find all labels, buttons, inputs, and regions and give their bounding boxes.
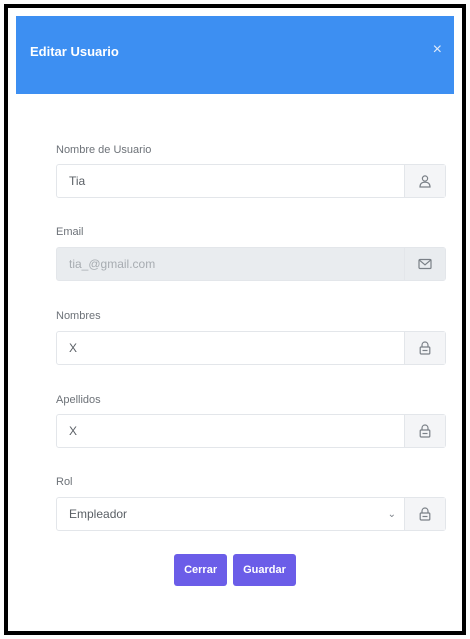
- close-button[interactable]: Cerrar: [174, 554, 228, 586]
- role-group: Empleador ⌄: [56, 497, 446, 531]
- envelope-icon: [404, 248, 445, 280]
- modal-title: Editar Usuario: [30, 44, 119, 59]
- role-label: Rol: [56, 476, 73, 488]
- email-input: [57, 248, 404, 280]
- names-label: Nombres: [56, 310, 101, 322]
- surnames-label: Apellidos: [56, 394, 101, 406]
- surnames-input[interactable]: [57, 415, 404, 447]
- modal-header: Editar Usuario ×: [16, 16, 454, 94]
- lock-icon: [404, 498, 445, 530]
- username-group: [56, 164, 446, 198]
- chevron-down-icon: ⌄: [387, 508, 396, 520]
- username-label: Nombre de Usuario: [56, 144, 152, 156]
- names-group: [56, 331, 446, 365]
- username-input[interactable]: [57, 165, 404, 197]
- surnames-group: [56, 414, 446, 448]
- edit-user-modal: Editar Usuario × Nombre de Usuario Email…: [4, 4, 466, 635]
- names-input[interactable]: [57, 332, 404, 364]
- modal-actions: Cerrar Guardar: [8, 554, 462, 586]
- close-icon[interactable]: ×: [433, 42, 442, 58]
- lock-icon: [404, 332, 445, 364]
- save-button[interactable]: Guardar: [233, 554, 296, 586]
- email-label: Email: [56, 226, 84, 238]
- role-select[interactable]: Empleador ⌄: [57, 498, 404, 530]
- user-icon: [404, 165, 445, 197]
- lock-icon: [404, 415, 445, 447]
- role-select-value: Empleador: [69, 507, 128, 521]
- email-group: [56, 247, 446, 281]
